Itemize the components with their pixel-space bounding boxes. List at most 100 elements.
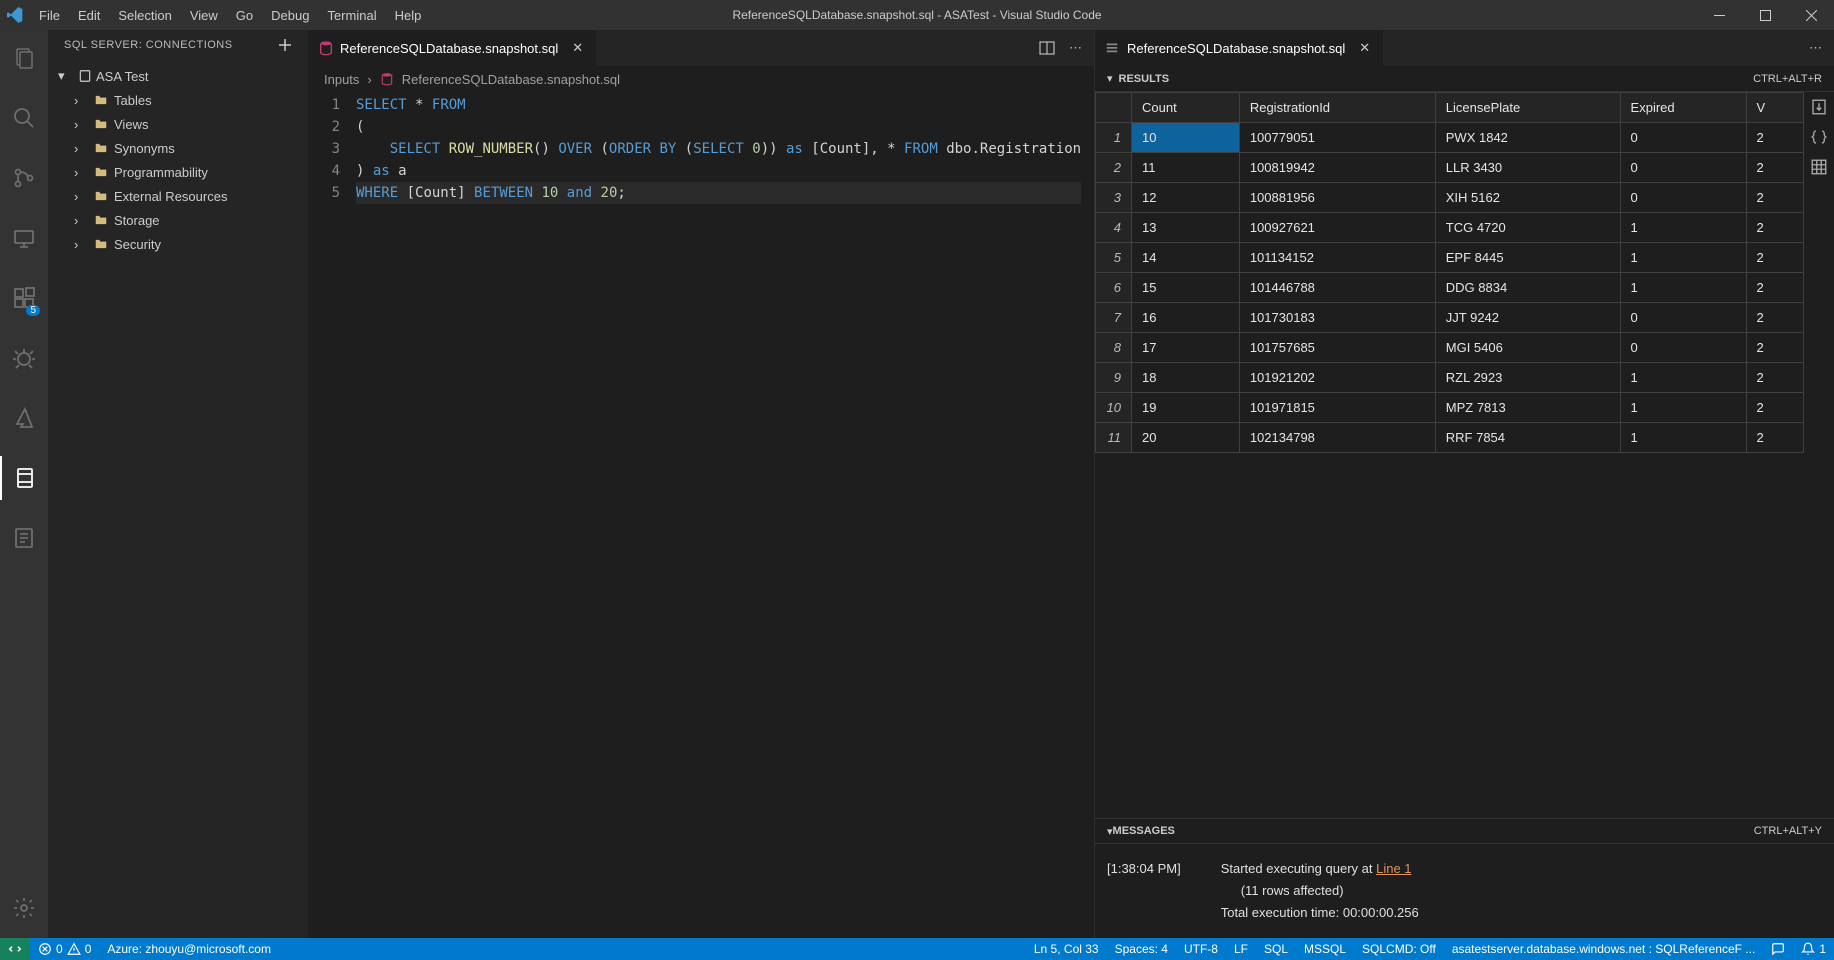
breadcrumbs[interactable]: Inputs › ReferenceSQLDatabase.snapshot.s… bbox=[308, 66, 1094, 92]
save-json-icon[interactable] bbox=[1810, 128, 1828, 146]
minimap[interactable] bbox=[1034, 92, 1094, 132]
menu-debug[interactable]: Debug bbox=[262, 8, 318, 23]
extensions-icon[interactable]: 5 bbox=[0, 276, 48, 320]
code-editor[interactable]: 12345 SELECT * FROM( SELECT ROW_NUMBER()… bbox=[308, 92, 1094, 938]
chevron-right-icon: › bbox=[74, 141, 90, 156]
status-sqlcmd[interactable]: SQLCMD: Off bbox=[1354, 942, 1444, 956]
column-header[interactable]: Expired bbox=[1620, 93, 1746, 123]
sidebar-title: SQL SERVER: CONNECTIONS bbox=[64, 39, 233, 51]
folder-icon bbox=[94, 189, 110, 203]
docs-icon[interactable] bbox=[0, 516, 48, 560]
settings-gear-icon[interactable] bbox=[0, 886, 48, 930]
tree-item[interactable]: › Views bbox=[48, 112, 308, 136]
table-row[interactable]: 110100779051PWX 184202 bbox=[1096, 123, 1804, 153]
save-excel-icon[interactable] bbox=[1810, 158, 1828, 176]
status-connection[interactable]: asatestserver.database.windows.net : SQL… bbox=[1444, 942, 1764, 956]
menu-edit[interactable]: Edit bbox=[69, 8, 109, 23]
sql-server-icon[interactable] bbox=[0, 456, 48, 500]
table-row[interactable]: 918101921202RZL 292312 bbox=[1096, 363, 1804, 393]
tree-item[interactable]: › Programmability bbox=[48, 160, 308, 184]
tree-item[interactable]: ›External Resources bbox=[48, 184, 308, 208]
tree-root[interactable]: ▾ ASA Test bbox=[48, 64, 308, 88]
table-row[interactable]: 1019101971815MPZ 781312 bbox=[1096, 393, 1804, 423]
menu-help[interactable]: Help bbox=[386, 8, 431, 23]
message-line1: Started executing query at bbox=[1221, 861, 1376, 876]
split-editor-icon[interactable] bbox=[1039, 40, 1055, 56]
status-mssql[interactable]: MSSQL bbox=[1296, 942, 1354, 956]
tree-item-label: Programmability bbox=[114, 165, 208, 180]
chevron-right-icon: › bbox=[74, 117, 90, 132]
table-row[interactable]: 817101757685MGI 540602 bbox=[1096, 333, 1804, 363]
save-csv-icon[interactable] bbox=[1810, 98, 1828, 116]
editor-tab[interactable]: ReferenceSQLDatabase.snapshot.sql ✕ bbox=[308, 30, 597, 66]
minimize-button[interactable] bbox=[1696, 0, 1742, 30]
breadcrumb-root[interactable]: Inputs bbox=[324, 72, 359, 87]
add-connection-button[interactable] bbox=[278, 38, 292, 52]
messages-shortcut: CTRL+ALT+Y bbox=[1754, 825, 1822, 837]
collapse-icon[interactable]: ▾ bbox=[1107, 72, 1113, 85]
status-encoding[interactable]: UTF-8 bbox=[1176, 942, 1226, 956]
table-row[interactable]: 413100927621TCG 472012 bbox=[1096, 213, 1804, 243]
folder-icon bbox=[94, 93, 110, 107]
tree-item[interactable]: ›Tables bbox=[48, 88, 308, 112]
status-cursor-position[interactable]: Ln 5, Col 33 bbox=[1026, 942, 1107, 956]
menu-terminal[interactable]: Terminal bbox=[318, 8, 385, 23]
remote-explorer-icon[interactable] bbox=[0, 216, 48, 260]
more-actions-icon[interactable]: ⋯ bbox=[1069, 40, 1082, 56]
breadcrumb-file[interactable]: ReferenceSQLDatabase.snapshot.sql bbox=[402, 72, 620, 87]
table-row[interactable]: 716101730183JJT 924202 bbox=[1096, 303, 1804, 333]
maximize-button[interactable] bbox=[1742, 0, 1788, 30]
chevron-right-icon: › bbox=[367, 72, 371, 87]
close-button[interactable] bbox=[1788, 0, 1834, 30]
server-icon bbox=[78, 69, 92, 83]
chevron-down-icon: ▾ bbox=[58, 68, 74, 84]
status-language[interactable]: SQL bbox=[1256, 942, 1296, 956]
results-icon bbox=[1105, 40, 1121, 56]
tree-item[interactable]: ›Security bbox=[48, 232, 308, 256]
close-tab-button[interactable]: ✕ bbox=[572, 40, 586, 56]
menu-go[interactable]: Go bbox=[227, 8, 262, 23]
table-row[interactable]: 514101134152EPF 844512 bbox=[1096, 243, 1804, 273]
code-content[interactable]: SELECT * FROM( SELECT ROW_NUMBER() OVER … bbox=[356, 92, 1081, 938]
menu-view[interactable]: View bbox=[181, 8, 227, 23]
debug-icon[interactable] bbox=[0, 336, 48, 380]
status-feedback-icon[interactable] bbox=[1763, 942, 1793, 956]
column-header[interactable]: Count bbox=[1132, 93, 1240, 123]
column-header[interactable]: RegistrationId bbox=[1239, 93, 1435, 123]
tree-item-label: Views bbox=[114, 117, 148, 132]
remote-indicator[interactable] bbox=[0, 938, 30, 960]
tree-item[interactable]: ›Storage bbox=[48, 208, 308, 232]
column-header[interactable]: LicensePlate bbox=[1435, 93, 1620, 123]
search-icon[interactable] bbox=[0, 96, 48, 140]
tree-item[interactable]: ›Synonyms bbox=[48, 136, 308, 160]
results-shortcut: CTRL+ALT+R bbox=[1753, 73, 1822, 85]
more-actions-icon[interactable]: ⋯ bbox=[1809, 40, 1822, 56]
menu-selection[interactable]: Selection bbox=[109, 8, 180, 23]
results-tab[interactable]: ReferenceSQLDatabase.snapshot.sql ✕ bbox=[1095, 30, 1384, 66]
table-row[interactable]: 1120102134798RRF 785412 bbox=[1096, 423, 1804, 453]
status-notifications[interactable]: 1 bbox=[1793, 942, 1834, 956]
source-control-icon[interactable] bbox=[0, 156, 48, 200]
table-row[interactable]: 312100881956XIH 516202 bbox=[1096, 183, 1804, 213]
chevron-right-icon: › bbox=[74, 93, 90, 108]
menu-bar: File Edit Selection View Go Debug Termin… bbox=[30, 8, 430, 23]
message-line-link[interactable]: Line 1 bbox=[1376, 861, 1411, 876]
messages-label: MESSAGES bbox=[1113, 825, 1175, 837]
folder-icon bbox=[94, 213, 110, 227]
table-row[interactable]: 211100819942LLR 343002 bbox=[1096, 153, 1804, 183]
status-problems[interactable]: 0 0 bbox=[30, 942, 99, 956]
message-line2: (11 rows affected) bbox=[1221, 880, 1419, 902]
menu-file[interactable]: File bbox=[30, 8, 69, 23]
close-results-tab[interactable]: ✕ bbox=[1359, 40, 1373, 56]
results-grid[interactable]: CountRegistrationIdLicensePlateExpiredV … bbox=[1095, 92, 1804, 818]
explorer-icon[interactable] bbox=[0, 36, 48, 80]
status-indentation[interactable]: Spaces: 4 bbox=[1107, 942, 1176, 956]
status-azure[interactable]: Azure: zhouyu@microsoft.com bbox=[99, 942, 279, 956]
column-header[interactable]: V bbox=[1746, 93, 1803, 123]
status-eol[interactable]: LF bbox=[1226, 942, 1256, 956]
tree-item-label: External Resources bbox=[114, 189, 227, 204]
chevron-right-icon: › bbox=[74, 165, 90, 180]
azure-icon[interactable] bbox=[0, 396, 48, 440]
table-row[interactable]: 615101446788DDG 883412 bbox=[1096, 273, 1804, 303]
results-panel: ReferenceSQLDatabase.snapshot.sql ✕ ⋯ ▾ … bbox=[1094, 30, 1834, 938]
